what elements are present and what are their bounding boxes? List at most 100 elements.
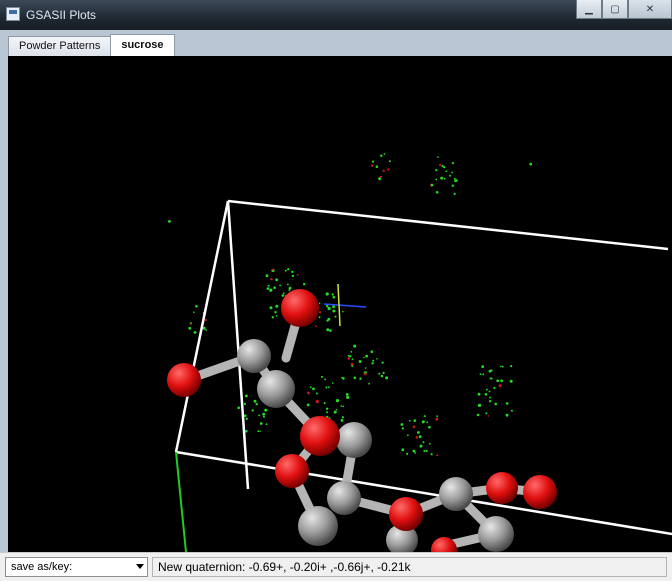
- density-point: [342, 310, 344, 313]
- density-point: [270, 278, 273, 281]
- oxygen-atom: [281, 289, 319, 327]
- carbon-atom: [336, 422, 372, 458]
- density-point: [509, 379, 513, 383]
- density-point: [380, 374, 384, 378]
- carbon-atom: [478, 516, 514, 552]
- density-point: [364, 367, 367, 369]
- density-point: [205, 329, 208, 331]
- density-point: [482, 373, 485, 376]
- density-point: [315, 392, 318, 395]
- density-point: [449, 174, 451, 177]
- save-as-key-select[interactable]: save as/key:: [5, 557, 148, 577]
- density-point: [375, 165, 379, 168]
- density-point: [331, 293, 334, 296]
- density-point: [264, 408, 268, 412]
- density-point: [291, 270, 294, 273]
- density-point: [488, 400, 492, 403]
- density-point: [510, 409, 513, 412]
- density-point: [529, 162, 533, 166]
- density-point: [258, 414, 260, 417]
- structure-3d-canvas[interactable]: [8, 56, 672, 552]
- density-point: [426, 421, 429, 424]
- density-point: [262, 415, 265, 418]
- density-point: [327, 307, 331, 311]
- density-point: [335, 408, 338, 411]
- density-point: [259, 422, 263, 425]
- density-point: [346, 395, 350, 399]
- close-button[interactable]: ✕: [628, 0, 672, 19]
- density-point: [335, 399, 340, 403]
- density-point: [388, 160, 391, 163]
- density-point: [275, 315, 278, 317]
- density-point: [485, 412, 488, 415]
- chevron-down-icon: [136, 564, 144, 569]
- density-point: [328, 386, 330, 389]
- density-point: [445, 170, 448, 173]
- density-point: [415, 436, 419, 439]
- title-bar[interactable]: GSASII Plots ▁ ▢ ✕: [0, 0, 672, 30]
- density-point: [417, 431, 420, 434]
- density-point: [349, 355, 352, 358]
- density-point: [193, 311, 195, 313]
- density-point: [288, 289, 291, 291]
- density-point: [487, 415, 490, 417]
- density-point: [190, 323, 193, 325]
- density-point: [428, 425, 431, 429]
- maximize-icon: ▢: [610, 3, 620, 15]
- carbon-atom: [298, 506, 338, 546]
- density-point: [401, 448, 405, 452]
- density-point: [477, 392, 481, 396]
- density-point: [279, 284, 281, 287]
- close-icon: ✕: [645, 3, 655, 15]
- density-point: [267, 284, 270, 287]
- density-point: [306, 403, 310, 407]
- oxygen-atom: [167, 363, 201, 397]
- density-point: [443, 177, 446, 180]
- density-point: [498, 384, 502, 388]
- oxygen-atom: [523, 475, 557, 509]
- density-point: [439, 163, 442, 166]
- density-point: [329, 329, 332, 332]
- density-point: [363, 356, 365, 359]
- density-point: [269, 288, 273, 292]
- density-point: [451, 184, 454, 187]
- density-point: [326, 304, 329, 308]
- oxygen-atom: [389, 497, 423, 531]
- density-point: [309, 386, 312, 388]
- density-point: [327, 317, 331, 321]
- app-icon: [6, 7, 20, 21]
- density-point: [245, 394, 248, 398]
- density-point: [437, 156, 439, 158]
- density-point: [425, 449, 428, 452]
- density-point: [371, 362, 374, 365]
- density-point: [481, 365, 485, 368]
- carbon-atom: [439, 477, 473, 511]
- save-select-value: save as/key:: [11, 561, 73, 573]
- density-point: [342, 405, 345, 408]
- density-point: [382, 371, 385, 374]
- density-point: [340, 419, 344, 422]
- axis-y-green: [175, 451, 187, 552]
- density-point: [387, 168, 390, 171]
- density-point: [274, 311, 277, 314]
- density-point: [436, 415, 439, 418]
- maximize-button[interactable]: ▢: [602, 0, 628, 19]
- density-point: [245, 429, 248, 433]
- minimize-button[interactable]: ▁: [576, 0, 602, 19]
- density-point: [188, 326, 192, 330]
- density-point: [453, 192, 456, 195]
- oxygen-atom: [431, 537, 457, 552]
- density-point: [435, 169, 438, 172]
- tab-powder-patterns[interactable]: Powder Patterns: [8, 36, 112, 56]
- density-point: [320, 375, 323, 378]
- density-point: [269, 306, 273, 310]
- density-point: [257, 430, 260, 433]
- density-point: [412, 425, 416, 429]
- tab-sucrose[interactable]: sucrose: [110, 34, 175, 56]
- density-point: [436, 454, 439, 457]
- density-point: [245, 417, 248, 420]
- density-point: [419, 444, 423, 448]
- plot-tabs: Powder Patterns sucrose: [8, 34, 175, 56]
- density-point: [489, 396, 491, 399]
- density-point: [383, 153, 386, 155]
